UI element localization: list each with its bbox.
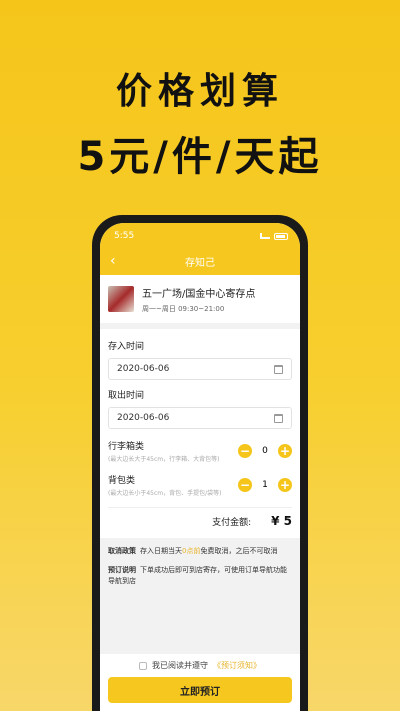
page-title: 存知己 [185, 257, 215, 269]
checkin-date-value: 2020-06-06 [117, 364, 170, 374]
store-hours: 周一~周日 09:30~21:00 [142, 304, 225, 313]
item-desc: (最大边长小于45cm，背包、手提包/袋等) [108, 490, 222, 497]
phone-frame: 5:55 ‹ 存知己 五一广场/国金中心寄存点 周一~周日 09:30~21:0… [92, 215, 308, 711]
top-bar: 5:55 ‹ 存知己 [100, 223, 300, 275]
promo-headline-1: 价格划算 [115, 71, 284, 112]
item-desc: (最大边长大于45cm，行李箱、大背包等) [108, 456, 220, 463]
store-name: 五一广场/国金中心寄存点 [142, 288, 256, 300]
total-amount: ¥ 5 [271, 514, 292, 528]
checkin-date-field[interactable]: 2020-06-06 [108, 358, 292, 380]
booking-notes: 预订说明 下单成功后即可到店寄存，可使用订单导航功能导航到店 [108, 565, 292, 587]
checkout-date-value: 2020-06-06 [117, 413, 170, 423]
cancel-policy-text-end: 免费取消，之后不可取消 [200, 547, 278, 555]
plus-button[interactable]: + [278, 444, 292, 458]
signal-icon [260, 233, 270, 239]
item-row-suitcase: 行李箱类 (最大边长大于45cm，行李箱、大背包等) − 0 + [108, 439, 292, 463]
nav-bar: ‹ 存知己 [100, 251, 300, 271]
status-time: 5:55 [114, 231, 135, 241]
checkout-date-field[interactable]: 2020-06-06 [108, 407, 292, 429]
battery-icon [274, 232, 288, 240]
promo-headline-2: 5元/件/天起 [77, 134, 323, 180]
status-bar: 5:55 [114, 231, 288, 241]
booking-form: 存入时间 2020-06-06 取出时间 2020-06-06 行李箱类 (最大… [100, 329, 300, 538]
quantity-value: 1 [262, 480, 268, 490]
total-label: 支付金额: [212, 517, 252, 528]
policy-section: 取消政策 存入日期当天0点前免费取消，之后不可取消 预订说明 下单成功后即可到店寄存… [100, 538, 300, 603]
minus-button[interactable]: − [238, 478, 252, 492]
book-now-button[interactable]: 立即预订 [108, 677, 292, 703]
app-screen: 5:55 ‹ 存知己 五一广场/国金中心寄存点 周一~周日 09:30~21:0… [100, 223, 300, 711]
total-row: 支付金额: ¥ 5 [108, 507, 292, 532]
cancel-policy: 取消政策 存入日期当天0点前免费取消，之后不可取消 [108, 546, 292, 557]
item-row-backpack: 背包类 (最大边长小于45cm，背包、手提包/袋等) − 1 + [108, 473, 292, 497]
cancel-policy-label: 取消政策 [108, 547, 136, 555]
minus-button[interactable]: − [238, 444, 252, 458]
checkout-label: 取出时间 [108, 391, 145, 401]
store-card[interactable]: 五一广场/国金中心寄存点 周一~周日 09:30~21:00 [100, 275, 300, 323]
agreement-text: 我已阅读并遵守 [152, 661, 208, 670]
booking-terms-link[interactable]: 《预订须知》 [213, 660, 261, 671]
cancel-policy-highlight: 0点前 [182, 547, 201, 555]
item-title: 背包类 [108, 476, 136, 486]
quantity-stepper: − 0 + [238, 444, 292, 458]
plus-button[interactable]: + [278, 478, 292, 492]
cancel-policy-text: 存入日期当天 [140, 547, 182, 555]
agree-checkbox[interactable] [139, 661, 147, 670]
calendar-icon [274, 413, 283, 423]
item-title: 行李箱类 [108, 442, 145, 452]
calendar-icon [274, 364, 283, 374]
checkin-label: 存入时间 [108, 342, 145, 352]
agreement-row: 我已阅读并遵守 《预订须知》 [108, 660, 292, 671]
back-icon[interactable]: ‹ [110, 253, 116, 269]
quantity-value: 0 [262, 446, 268, 456]
footer: 我已阅读并遵守 《预订须知》 立即预订 [100, 654, 300, 711]
quantity-stepper: − 1 + [238, 478, 292, 492]
store-thumbnail [108, 286, 134, 312]
booking-notes-label: 预订说明 [108, 566, 136, 574]
